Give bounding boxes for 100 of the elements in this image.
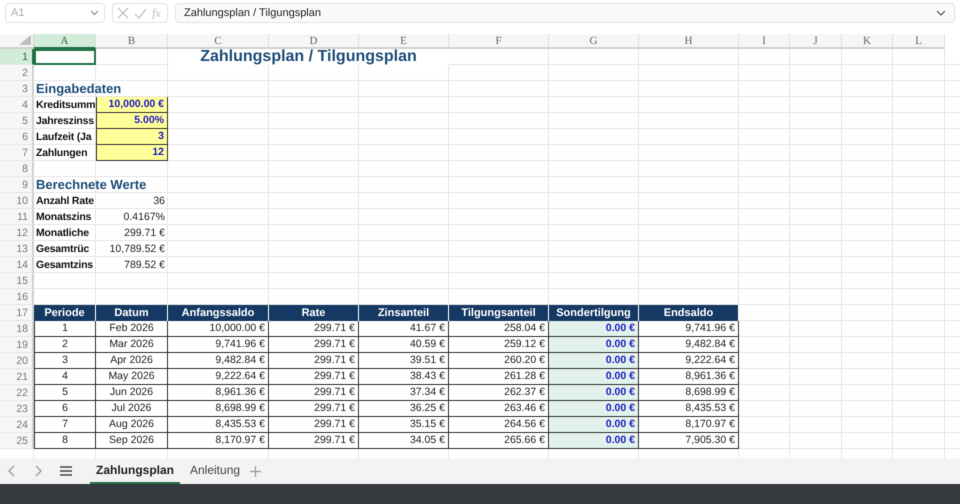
input-cell[interactable]: 5.00% xyxy=(96,113,168,129)
row-header[interactable]: 3 xyxy=(0,81,34,97)
input-cell[interactable]: 3 xyxy=(96,129,168,145)
input-cell[interactable]: 0.00 € xyxy=(549,385,639,401)
table-cell: 4 xyxy=(34,369,96,385)
table-cell: 8,435.53 € xyxy=(639,401,739,417)
input-cell[interactable]: 10,000.00 € xyxy=(96,97,168,113)
table-cell: Apr 2026 xyxy=(96,353,168,369)
row-header[interactable]: 10 xyxy=(0,193,34,209)
table-cell: 9,741.96 € xyxy=(639,321,739,337)
column-header[interactable]: B xyxy=(96,34,168,49)
table-cell: 9,741.96 € xyxy=(168,337,269,353)
table-cell: 6 xyxy=(34,401,96,417)
column-header[interactable]: A xyxy=(34,34,96,49)
input-cell[interactable]: 0.00 € xyxy=(549,353,639,369)
row-header[interactable]: 11 xyxy=(0,209,34,225)
active-cell[interactable] xyxy=(34,49,96,65)
row-header[interactable]: 19 xyxy=(0,337,34,353)
row-header[interactable]: 2 xyxy=(0,65,34,81)
input-cell[interactable]: 12 xyxy=(96,145,168,161)
row-header[interactable]: 9 xyxy=(0,177,34,193)
table-cell: 37.34 € xyxy=(359,385,449,401)
column-header[interactable]: J xyxy=(790,34,842,49)
row-header[interactable]: 24 xyxy=(0,417,34,433)
table-header: Periode xyxy=(34,305,96,321)
table-cell: 299.71 € xyxy=(269,433,359,449)
table-cell: 8,961.36 € xyxy=(639,369,739,385)
row-header[interactable]: 16 xyxy=(0,289,34,305)
row-header[interactable]: 5 xyxy=(0,113,34,129)
chevron-left-icon[interactable] xyxy=(8,465,16,477)
input-cell[interactable]: 0.00 € xyxy=(549,433,639,449)
column-header[interactable]: D xyxy=(269,34,359,49)
row-header[interactable]: 1 xyxy=(0,49,34,65)
column-header[interactable]: G xyxy=(549,34,639,49)
table-cell: Sep 2026 xyxy=(96,433,168,449)
table-cell: 7 xyxy=(34,417,96,433)
table-cell: Jun 2026 xyxy=(96,385,168,401)
row-header[interactable]: 22 xyxy=(0,385,34,401)
table-cell: 9,482.84 € xyxy=(639,337,739,353)
caret-icon xyxy=(90,10,99,16)
table-cell: 263.46 € xyxy=(449,401,549,417)
input-cell[interactable]: 0.00 € xyxy=(549,337,639,353)
table-cell: 8,170.97 € xyxy=(168,433,269,449)
column-header[interactable]: C xyxy=(168,34,269,49)
row-header[interactable]: 25 xyxy=(0,433,34,449)
menu-icon[interactable] xyxy=(60,466,72,476)
table-cell: 299.71 € xyxy=(269,401,359,417)
row-header[interactable]: 12 xyxy=(0,225,34,241)
table-header: Sondertilgung xyxy=(549,305,639,321)
table-cell: 36.25 € xyxy=(359,401,449,417)
column-header[interactable]: F xyxy=(449,34,549,49)
row-header[interactable]: 4 xyxy=(0,97,34,113)
row-header[interactable]: 7 xyxy=(0,145,34,161)
result-label: Monatszins xyxy=(35,210,92,225)
input-label: Jahreszinss xyxy=(35,114,95,129)
table-cell: 9,222.64 € xyxy=(168,369,269,385)
column-header[interactable]: E xyxy=(359,34,449,49)
table-cell: 41.67 € xyxy=(359,321,449,337)
sheet-tab[interactable]: Anleitung xyxy=(184,458,246,484)
add-sheet-icon[interactable] xyxy=(250,466,262,476)
table-cell: 8,961.36 € xyxy=(168,385,269,401)
sheet-title: Zahlungsplan / Tilgungsplan xyxy=(168,49,449,65)
row-header[interactable]: 18 xyxy=(0,321,34,337)
input-cell[interactable]: 0.00 € xyxy=(549,401,639,417)
table-cell: Jul 2026 xyxy=(96,401,168,417)
chevron-right-icon[interactable] xyxy=(34,465,42,477)
column-header[interactable]: H xyxy=(639,34,739,49)
formula-field[interactable]: Zahlungsplan / Tilgungsplan xyxy=(175,3,955,23)
table-header: Anfangssaldo xyxy=(168,305,269,321)
table-cell: 265.66 € xyxy=(449,433,549,449)
input-cell[interactable]: 0.00 € xyxy=(549,321,639,337)
input-label: Kreditsumm xyxy=(35,98,96,113)
row-header[interactable]: 13 xyxy=(0,241,34,257)
column-header[interactable]: K xyxy=(842,34,893,49)
result-label: Gesamtrüc xyxy=(35,242,90,257)
table-cell: 262.37 € xyxy=(449,385,549,401)
row-header[interactable]: 21 xyxy=(0,369,34,385)
table-cell: 9,222.64 € xyxy=(639,353,739,369)
table-cell: 5 xyxy=(34,385,96,401)
table-cell: Mar 2026 xyxy=(96,337,168,353)
table-cell: 261.28 € xyxy=(449,369,549,385)
table-cell: 264.56 € xyxy=(449,417,549,433)
input-cell[interactable]: 0.00 € xyxy=(549,369,639,385)
table-cell: 39.51 € xyxy=(359,353,449,369)
row-header[interactable]: 23 xyxy=(0,401,34,417)
input-cell[interactable]: 0.00 € xyxy=(549,417,639,433)
cancel-icon[interactable] xyxy=(117,7,129,19)
table-cell: May 2026 xyxy=(96,369,168,385)
row-header[interactable]: 17 xyxy=(0,305,34,321)
table-cell: 299.71 € xyxy=(269,417,359,433)
column-header[interactable]: L xyxy=(893,34,945,49)
row-header[interactable]: 15 xyxy=(0,273,34,289)
row-header[interactable]: 8 xyxy=(0,161,34,177)
row-header[interactable]: 20 xyxy=(0,353,34,369)
row-header[interactable]: 14 xyxy=(0,257,34,273)
row-header[interactable]: 6 xyxy=(0,129,34,145)
table-cell: 8,698.99 € xyxy=(639,385,739,401)
table-header: Tilgungsanteil xyxy=(449,305,549,321)
check-icon[interactable] xyxy=(134,8,147,18)
column-header[interactable]: I xyxy=(739,34,790,49)
